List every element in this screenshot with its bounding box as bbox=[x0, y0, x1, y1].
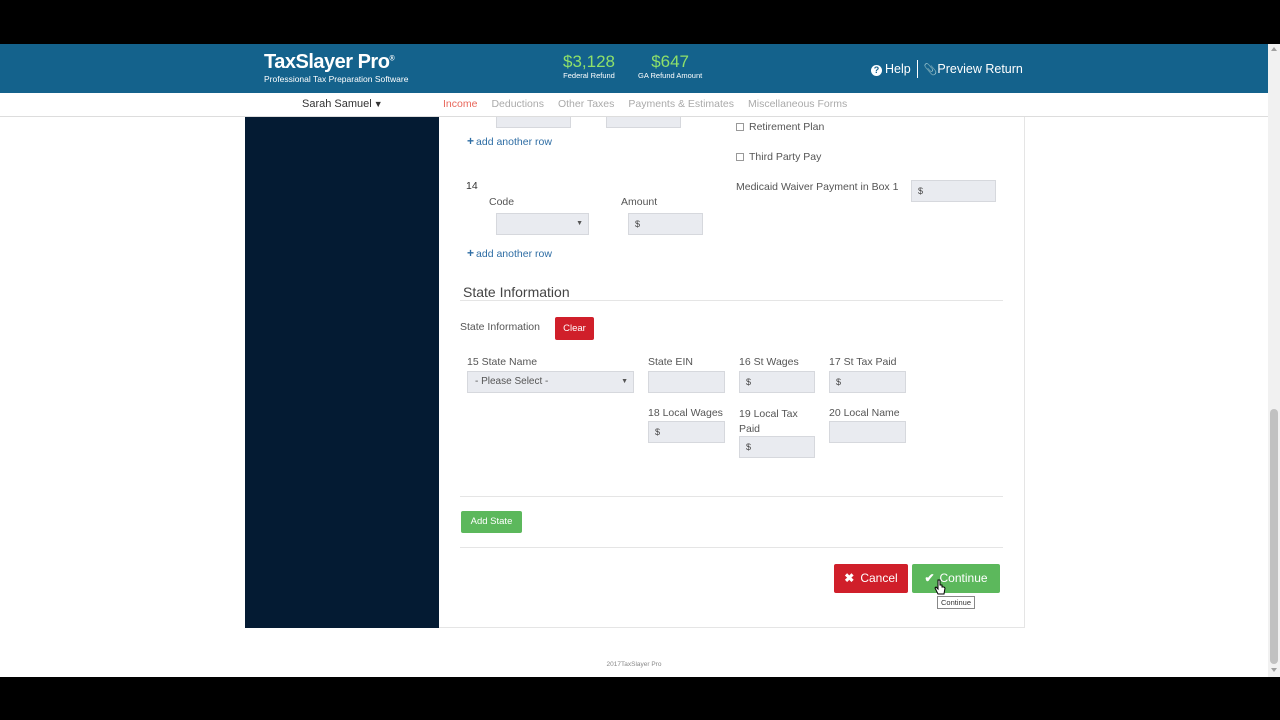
check-icon: ✔ bbox=[924, 571, 935, 585]
add-row-link-box14[interactable]: + add another row bbox=[467, 246, 552, 260]
add-row-label: add another row bbox=[476, 136, 552, 148]
cancel-button[interactable]: ✖ Cancel bbox=[834, 564, 908, 593]
tab-miscellaneous-forms[interactable]: Miscellaneous Forms bbox=[748, 98, 847, 110]
tab-income[interactable]: Income bbox=[443, 98, 477, 110]
cancel-label: Cancel bbox=[860, 571, 898, 585]
state-refund: $647 GA Refund Amount bbox=[638, 52, 702, 80]
logo-subtitle: Professional Tax Preparation Software bbox=[264, 74, 409, 84]
tab-payments-estimates[interactable]: Payments & Estimates bbox=[628, 98, 734, 110]
box14-code-label: Code bbox=[489, 196, 515, 208]
federal-refund: $3,128 Federal Refund bbox=[563, 52, 615, 80]
box14-label: 14 bbox=[466, 180, 478, 192]
close-icon: ✖ bbox=[844, 571, 855, 585]
local-name-label: 20 Local Name bbox=[829, 407, 900, 419]
medicaid-waiver-input[interactable]: $ bbox=[911, 180, 996, 202]
box13-code-input-partial[interactable] bbox=[496, 117, 571, 128]
footer-copyright: 2017TaxSlayer Pro bbox=[606, 661, 662, 668]
divider-add-state bbox=[460, 496, 1003, 497]
third-party-pay-label: Third Party Pay bbox=[749, 151, 822, 163]
tab-deductions[interactable]: Deductions bbox=[491, 98, 544, 110]
st-wages-input[interactable]: $ bbox=[739, 371, 815, 393]
federal-refund-label: Federal Refund bbox=[563, 71, 615, 80]
logo-trademark: ® bbox=[389, 55, 395, 63]
section-divider bbox=[460, 300, 1003, 301]
state-refund-amount: $647 bbox=[651, 52, 690, 71]
st-tax-paid-label: 17 St Tax Paid bbox=[829, 356, 897, 368]
help-icon: ? bbox=[871, 65, 882, 76]
chevron-down-icon: ▼ bbox=[373, 99, 383, 109]
preview-return-link[interactable]: 📎Preview Return bbox=[924, 62, 1023, 76]
add-row-label: add another row bbox=[476, 248, 552, 260]
state-name-value: - Please Select - bbox=[475, 376, 549, 387]
st-tax-paid-input[interactable]: $ bbox=[829, 371, 906, 393]
scroll-down-icon[interactable] bbox=[1271, 668, 1277, 672]
medicaid-waiver-label: Medicaid Waiver Payment in Box 1 bbox=[736, 181, 899, 193]
header-links: ? Help 📎Preview Return bbox=[871, 60, 1023, 78]
box14-amount-label: Amount bbox=[621, 196, 658, 208]
local-wages-input[interactable]: $ bbox=[648, 421, 725, 443]
local-wages-label: 18 Local Wages bbox=[648, 407, 723, 419]
user-menu[interactable]: Sarah Samuel ▼ bbox=[302, 98, 383, 110]
local-tax-paid-label: 19 Local Tax Paid bbox=[739, 408, 798, 435]
currency-symbol: $ bbox=[918, 186, 924, 196]
nav-tabs: Income Deductions Other Taxes Payments &… bbox=[443, 98, 861, 110]
clear-button[interactable]: Clear bbox=[555, 317, 594, 340]
currency-symbol: $ bbox=[746, 377, 752, 387]
state-information-label: State Information bbox=[460, 321, 540, 333]
scroll-up-icon[interactable] bbox=[1271, 47, 1277, 51]
federal-refund-amount: $3,128 bbox=[563, 52, 615, 71]
third-party-pay-checkbox[interactable] bbox=[736, 153, 744, 161]
logo[interactable]: TaxSlayer Pro® Professional Tax Preparat… bbox=[264, 51, 408, 84]
state-refund-label: GA Refund Amount bbox=[638, 71, 703, 80]
mouse-cursor-icon bbox=[934, 579, 946, 595]
state-ein-input[interactable] bbox=[648, 371, 725, 393]
header-divider bbox=[916, 60, 918, 78]
caret-down-icon: ▼ bbox=[621, 378, 628, 385]
local-tax-paid-input[interactable]: $ bbox=[739, 436, 815, 458]
caret-down-icon: ▼ bbox=[576, 220, 583, 227]
continue-label: Continue bbox=[939, 571, 988, 585]
scroll-thumb[interactable] bbox=[1270, 409, 1278, 664]
paperclip-icon: 📎 bbox=[923, 64, 938, 76]
local-name-input[interactable] bbox=[829, 421, 906, 443]
tab-other-taxes[interactable]: Other Taxes bbox=[558, 98, 614, 110]
continue-button[interactable]: ✔ Continue bbox=[912, 564, 1000, 593]
box14-code-select[interactable]: ▼ bbox=[496, 213, 589, 235]
logo-text: TaxSlayer Pro bbox=[264, 51, 390, 73]
help-link[interactable]: ? Help bbox=[871, 62, 911, 76]
divider-actions bbox=[460, 547, 1003, 548]
box13-amount-input-partial[interactable] bbox=[606, 117, 681, 128]
add-row-link-box12[interactable]: + add another row bbox=[467, 134, 552, 148]
state-information-heading: State Information bbox=[463, 284, 570, 300]
letterbox-top bbox=[0, 0, 1280, 44]
app-header: TaxSlayer Pro® Professional Tax Preparat… bbox=[0, 44, 1268, 93]
box14-amount-input[interactable]: $ bbox=[628, 213, 703, 235]
currency-symbol: $ bbox=[746, 442, 752, 452]
st-wages-label: 16 St Wages bbox=[739, 356, 799, 368]
retirement-plan-label: Retirement Plan bbox=[749, 121, 825, 133]
plus-icon: + bbox=[467, 134, 475, 148]
continue-tooltip: Continue bbox=[937, 596, 975, 609]
sidebar bbox=[245, 117, 439, 628]
state-name-select[interactable]: - Please Select - ▼ bbox=[467, 371, 634, 393]
page-scrollbar[interactable] bbox=[1268, 44, 1280, 677]
currency-symbol: $ bbox=[635, 219, 641, 229]
sub-navigation: Sarah Samuel ▼ Income Deductions Other Ta… bbox=[0, 93, 1268, 117]
help-label: Help bbox=[885, 62, 911, 76]
page: TaxSlayer Pro® Professional Tax Preparat… bbox=[0, 44, 1268, 677]
currency-symbol: $ bbox=[836, 377, 842, 387]
letterbox-bottom bbox=[0, 677, 1280, 720]
plus-icon: + bbox=[467, 246, 475, 260]
add-state-button[interactable]: Add State bbox=[461, 511, 522, 533]
state-ein-label: State EIN bbox=[648, 356, 693, 368]
state-name-label: 15 State Name bbox=[467, 356, 538, 368]
user-name: Sarah Samuel bbox=[302, 98, 372, 110]
currency-symbol: $ bbox=[655, 427, 661, 437]
preview-return-label: Preview Return bbox=[937, 62, 1023, 76]
retirement-plan-checkbox[interactable] bbox=[736, 123, 744, 131]
